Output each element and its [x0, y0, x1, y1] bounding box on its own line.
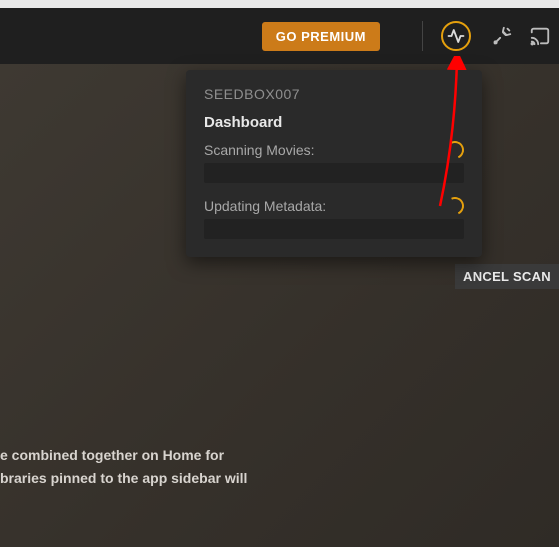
browser-chrome-gap [0, 0, 559, 8]
info-text-line: e combined together on Home for [0, 444, 247, 466]
server-name: SEEDBOX007 [204, 86, 464, 102]
info-text: e combined together on Home for braries … [0, 444, 247, 489]
spinner-icon [443, 194, 466, 217]
activity-popover: SEEDBOX007 Dashboard Scanning Movies: Up… [186, 70, 482, 257]
cast-icon[interactable] [527, 17, 553, 55]
cancel-scan-button[interactable]: ANCEL SCAN [455, 264, 559, 289]
go-premium-button[interactable]: GO PREMIUM [262, 22, 380, 51]
spinner-icon [443, 138, 466, 161]
task-label: Scanning Movies: [204, 142, 315, 158]
info-text-line: braries pinned to the app sidebar will [0, 467, 247, 489]
divider [422, 21, 423, 51]
task-scanning: Scanning Movies: [204, 141, 464, 183]
dashboard-title: Dashboard [204, 114, 464, 131]
activity-icon[interactable] [441, 21, 471, 51]
progress-bar [204, 163, 464, 183]
task-label: Updating Metadata: [204, 198, 326, 214]
app-header: GO PREMIUM [0, 8, 559, 64]
settings-icon[interactable] [483, 17, 521, 55]
progress-bar [204, 219, 464, 239]
task-metadata: Updating Metadata: [204, 197, 464, 239]
